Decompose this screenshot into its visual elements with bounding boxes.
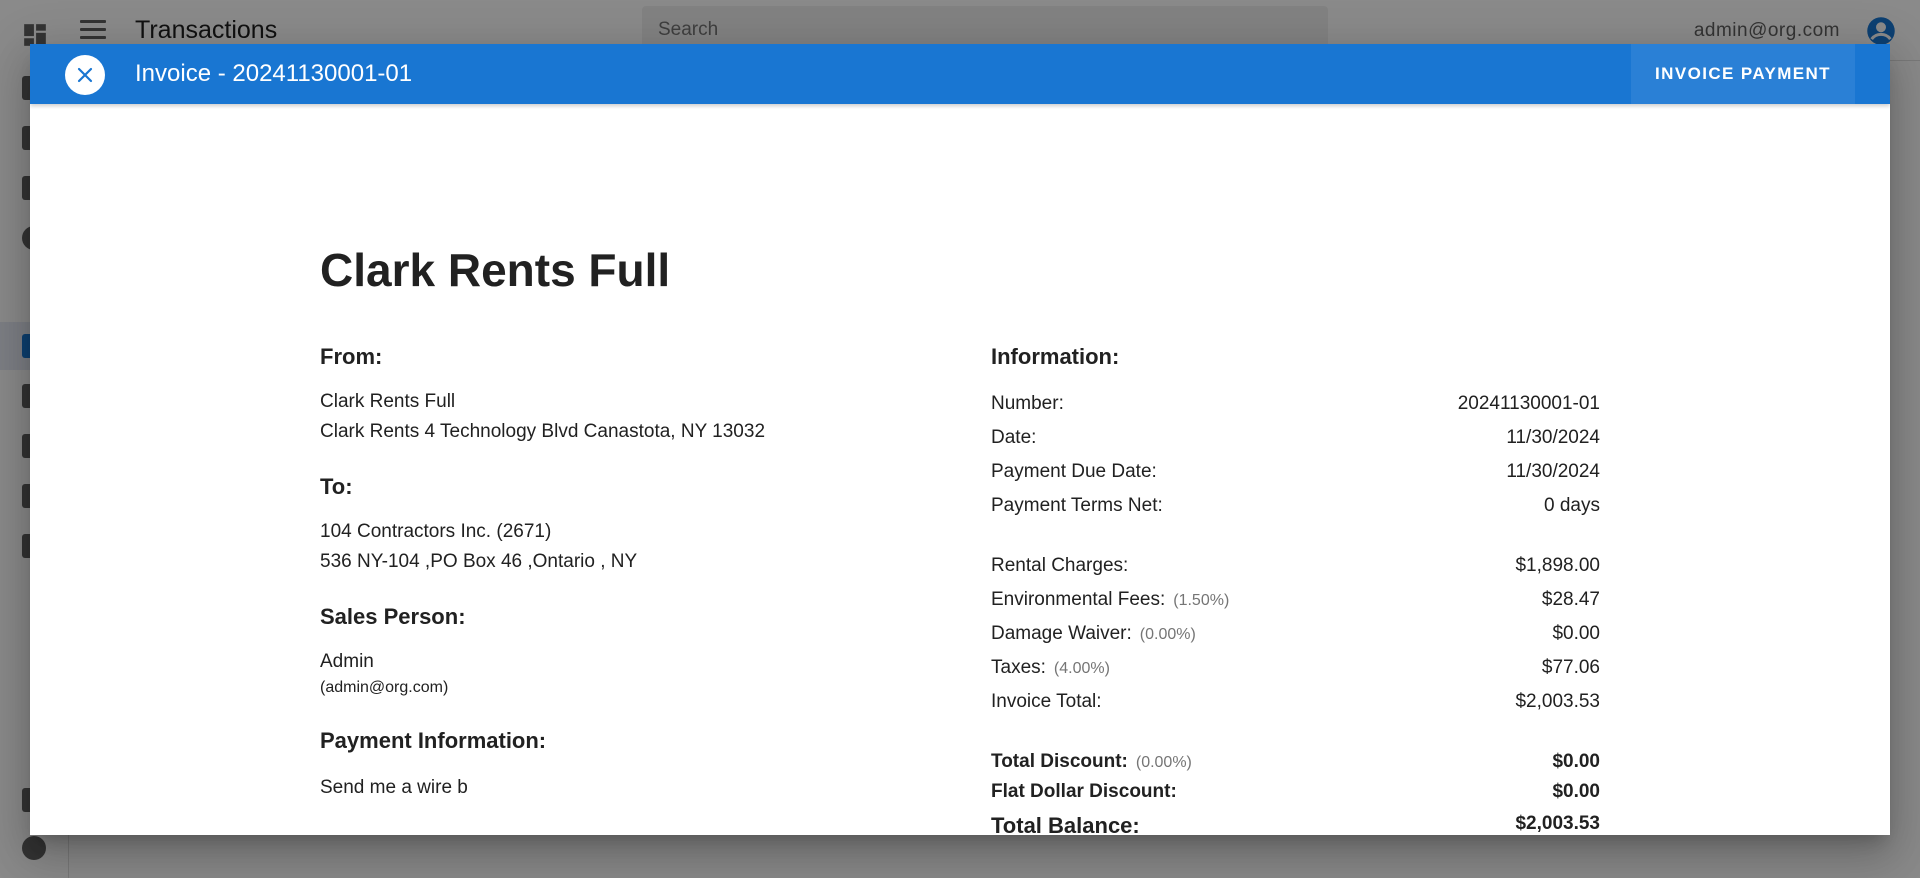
charge-row-damage-waiver: Damage Waiver: (0.00%) $0.00 [991,623,1600,647]
charge-value: $1,898.00 [1515,555,1600,576]
charge-label: Invoice Total: [991,691,1102,713]
info-label: Payment Due Date: [991,461,1157,482]
charge-label-text: Damage Waiver: [991,623,1132,644]
charge-percent: (0.00%) [1139,626,1196,643]
charge-label: Rental Charges: [991,555,1128,577]
invoice-dialog: Invoice - 20241130001-01 INVOICE PAYMENT… [30,44,1890,835]
sales-person-heading: Sales Person: [320,604,466,629]
charge-value: $2,003.53 [1515,691,1600,712]
info-value: 0 days [1544,495,1600,516]
charge-row-rental: Rental Charges: $1,898.00 [991,555,1600,579]
to-line2: 536 NY-104 ,PO Box 46 ,Ontario , NY [320,551,638,572]
dialog-toolbar: Invoice - 20241130001-01 INVOICE PAYMENT [30,44,1890,104]
from-line1: Clark Rents Full [320,391,456,412]
information-heading: Information: [991,344,1120,369]
charge-row-invoice-total: Invoice Total: $2,003.53 [991,691,1600,715]
sales-person-email: (admin@org.com) [320,679,449,696]
charge-label: Taxes: (4.00%) [991,657,1110,679]
total-label: Total Balance: [991,813,1140,835]
charge-label: Damage Waiver: (0.00%) [991,623,1196,645]
payment-info-text: Send me a wire b [320,777,468,798]
total-label-text: Total Balance: [991,813,1140,835]
charge-value: $77.06 [1541,657,1600,678]
total-percent: (0.00%) [1135,754,1192,771]
info-row-due-date: Payment Due Date: 11/30/2024 [991,461,1600,485]
charge-percent: (4.00%) [1053,660,1110,677]
from-line2: Clark Rents 4 Technology Blvd Canastota,… [320,421,766,442]
info-value: 20241130001-01 [1457,393,1600,414]
charge-label: Environmental Fees: (1.50%) [991,589,1229,611]
total-value: $2,003.53 [1515,813,1600,834]
from-heading: From: [320,344,383,369]
charge-label-text: Invoice Total: [991,691,1102,712]
invoice-payment-button[interactable]: INVOICE PAYMENT [1631,44,1855,104]
info-value: 11/30/2024 [1506,461,1600,482]
total-value: $0.00 [1552,751,1600,772]
info-row-terms: Payment Terms Net: 0 days [991,495,1600,519]
total-label: Total Discount: (0.00%) [991,751,1192,773]
charge-value: $28.47 [1541,589,1600,610]
total-label: Flat Dollar Discount: [991,781,1177,803]
to-line1: 104 Contractors Inc. (2671) [320,521,552,542]
info-value: 11/30/2024 [1506,427,1600,448]
sales-person-name: Admin [320,651,374,672]
company-name: Clark Rents Full [320,244,671,296]
total-row-discount: Total Discount: (0.00%) $0.00 [991,751,1600,775]
payment-info-heading: Payment Information: [320,728,547,753]
charge-row-environmental: Environmental Fees: (1.50%) $28.47 [991,589,1600,613]
total-value: $0.00 [1552,781,1600,802]
info-row-date: Date: 11/30/2024 [991,427,1600,451]
charge-value: $0.00 [1552,623,1600,644]
info-label: Number: [991,393,1064,414]
close-icon [77,67,93,83]
charge-percent: (1.50%) [1173,592,1230,609]
invoice-content: Clark Rents Full From: Clark Rents Full … [30,104,1890,835]
close-button[interactable] [65,55,105,95]
dialog-title: Invoice - 20241130001-01 [135,60,413,87]
total-label-text: Flat Dollar Discount: [991,781,1177,802]
charge-label-text: Rental Charges: [991,555,1129,576]
info-label: Payment Terms Net: [991,495,1163,516]
total-label-text: Total Discount: [991,751,1128,772]
charge-label-text: Taxes: [991,657,1046,678]
to-heading: To: [320,474,353,499]
total-row-balance: Total Balance: $2,003.53 [991,813,1600,835]
charge-row-taxes: Taxes: (4.00%) $77.06 [991,657,1600,681]
charge-label-text: Environmental Fees: [991,589,1166,610]
total-row-flat-discount: Flat Dollar Discount: $0.00 [991,781,1600,805]
info-row-number: Number: 20241130001-01 [991,393,1600,417]
info-label: Date: [991,427,1037,448]
